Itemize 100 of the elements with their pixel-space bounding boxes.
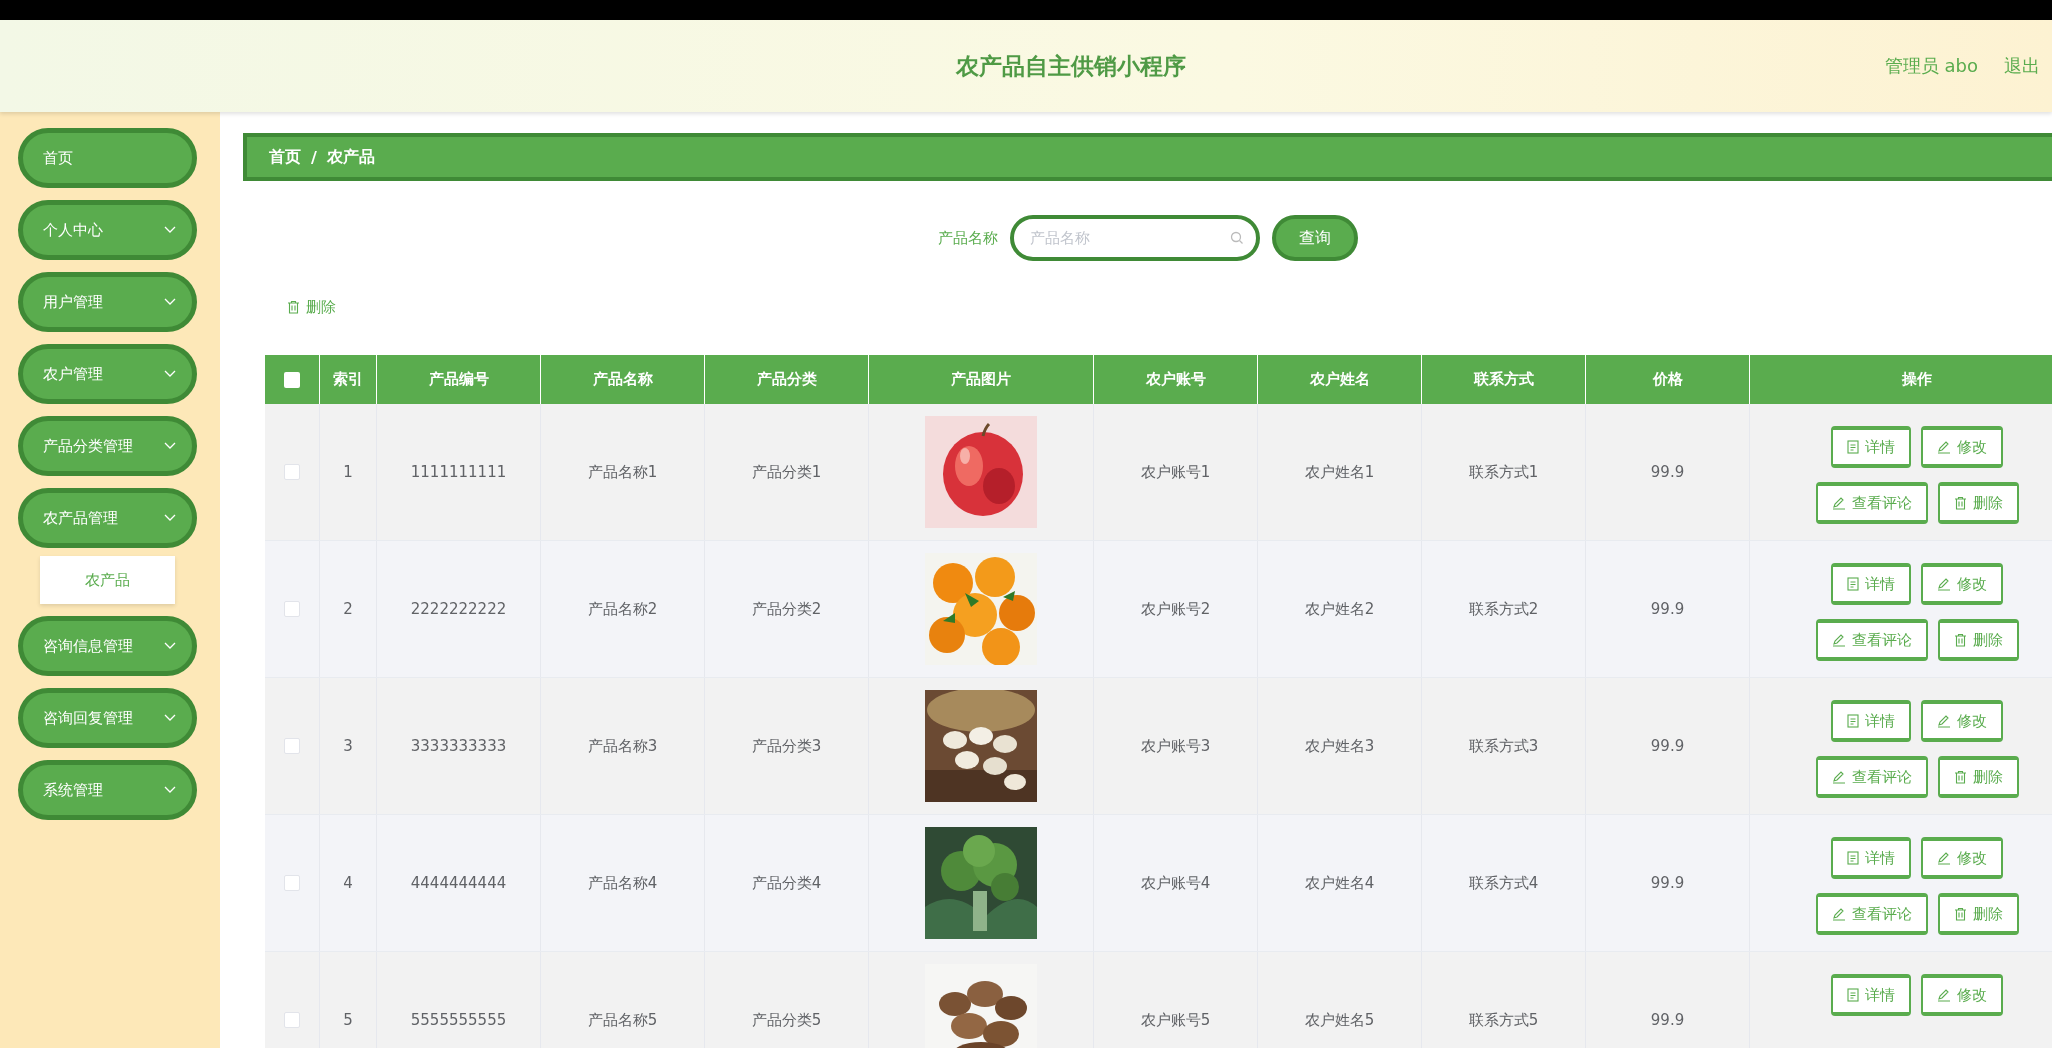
table-cell: 联系方式2 <box>1468 599 1539 619</box>
sidebar-item[interactable]: 咨询回复管理 <box>18 688 197 748</box>
sidebar-item[interactable]: 农户管理 <box>18 344 197 404</box>
chevron-down-icon <box>164 714 176 722</box>
table-cell: 99.9 <box>1650 737 1685 755</box>
pencil-icon <box>1937 851 1951 865</box>
chevron-down-icon <box>164 642 176 650</box>
row-checkbox[interactable] <box>284 601 300 617</box>
table-cell: 农户账号5 <box>1140 1010 1211 1030</box>
table-cell: 农户姓名1 <box>1304 462 1375 482</box>
search-icon <box>1229 231 1244 245</box>
table-cell: 产品分类3 <box>751 736 822 756</box>
table-cell: 4 <box>343 874 353 892</box>
breadcrumb-link[interactable]: 首页 <box>269 146 301 168</box>
table-cell: 5 <box>343 1011 353 1029</box>
table-cell: 农户账号3 <box>1140 736 1211 756</box>
delete-button[interactable]: 删除 <box>287 297 336 317</box>
delete-row-button[interactable]: 删除 <box>1937 756 2019 798</box>
document-icon <box>1847 714 1859 728</box>
document-icon <box>1847 440 1859 454</box>
table-cell: 1 <box>343 463 353 481</box>
table-cell: 99.9 <box>1650 874 1685 892</box>
search-button[interactable]: 查询 <box>1271 215 1358 261</box>
table-cell: 产品名称3 <box>587 736 658 756</box>
trash-icon <box>287 300 300 314</box>
delete-row-button[interactable]: 删除 <box>1937 893 2019 935</box>
table-cell: 产品名称2 <box>587 599 658 619</box>
comments-button[interactable]: 查看评论 <box>1815 482 1928 524</box>
table-cell: 产品名称5 <box>587 1010 658 1030</box>
table-cell: 1111111111 <box>410 463 507 481</box>
table-cell: 农户姓名2 <box>1304 599 1375 619</box>
sidebar-item[interactable]: 首页 <box>18 128 197 188</box>
table-cell: 99.9 <box>1650 600 1685 618</box>
select-all-checkbox[interactable] <box>284 371 300 388</box>
row-checkbox[interactable] <box>284 464 300 480</box>
document-icon <box>1847 988 1859 1002</box>
pencil-icon <box>1831 907 1846 921</box>
table-cell: 产品分类2 <box>751 599 822 619</box>
comments-button[interactable]: 查看评论 <box>1815 619 1928 661</box>
pencil-icon <box>1831 770 1846 784</box>
edit-button[interactable]: 修改 <box>1921 563 2003 605</box>
table-cell: 产品分类5 <box>751 1010 822 1030</box>
table-cell: 产品名称1 <box>587 462 658 482</box>
table-cell: 99.9 <box>1650 463 1685 481</box>
pencil-icon <box>1937 440 1951 454</box>
chevron-down-icon <box>164 226 176 234</box>
delete-row-button[interactable]: 删除 <box>1937 482 2019 524</box>
table-cell: 3 <box>343 737 353 755</box>
admin-user: 管理员 abo <box>1884 54 1978 78</box>
trash-icon <box>1953 907 1967 921</box>
table-cell: 农户姓名4 <box>1304 873 1375 893</box>
app-title: 农产品自主供销小程序 <box>956 51 1186 81</box>
edit-button[interactable]: 修改 <box>1921 837 2003 879</box>
sidebar-item[interactable]: 农产品管理 <box>18 488 197 548</box>
delete-row-button[interactable]: 删除 <box>1937 619 2019 661</box>
comments-button[interactable]: 查看评论 <box>1815 893 1928 935</box>
pencil-icon <box>1937 714 1951 728</box>
row-checkbox[interactable] <box>284 875 300 891</box>
sidebar-item[interactable]: 个人中心 <box>18 200 197 260</box>
chevron-down-icon <box>164 370 176 378</box>
row-checkbox[interactable] <box>284 1012 300 1028</box>
chevron-down-icon <box>164 442 176 450</box>
logout-link[interactable]: 退出 <box>2004 54 2040 78</box>
edit-button[interactable]: 修改 <box>1921 974 2003 1016</box>
comments-button[interactable]: 查看评论 <box>1815 756 1928 798</box>
sidebar-item[interactable]: 产品分类管理 <box>18 416 197 476</box>
table-cell: 2222222222 <box>410 600 507 618</box>
row-checkbox[interactable] <box>284 738 300 754</box>
sidebar-item[interactable]: 咨询信息管理 <box>18 616 197 676</box>
table-cell: 产品名称4 <box>587 873 658 893</box>
details-button[interactable]: 详情 <box>1831 974 1911 1016</box>
breadcrumb-link[interactable]: 农产品 <box>326 146 375 168</box>
trash-icon <box>1953 633 1967 647</box>
details-button[interactable]: 详情 <box>1831 837 1911 879</box>
details-button[interactable]: 详情 <box>1831 700 1911 742</box>
edit-button[interactable]: 修改 <box>1921 700 2003 742</box>
table-cell: 3333333333 <box>410 737 507 755</box>
trash-icon <box>1953 496 1967 510</box>
table-cell: 农户姓名5 <box>1304 1010 1375 1030</box>
edit-button[interactable]: 修改 <box>1921 426 2003 468</box>
submenu-item[interactable]: 农产品 <box>40 556 175 604</box>
details-button[interactable]: 详情 <box>1831 563 1911 605</box>
details-button[interactable]: 详情 <box>1831 426 1911 468</box>
search-label: 产品名称 <box>937 228 998 248</box>
pencil-icon <box>1937 988 1951 1002</box>
table-cell: 产品分类4 <box>751 873 822 893</box>
sidebar-item[interactable]: 用户管理 <box>18 272 197 332</box>
chevron-down-icon <box>164 298 176 306</box>
breadcrumb-separator: / <box>311 147 317 167</box>
table-cell: 联系方式4 <box>1468 873 1539 893</box>
table-cell: 2 <box>343 600 353 618</box>
table-cell: 联系方式5 <box>1468 1010 1539 1030</box>
table-cell: 产品分类1 <box>751 462 822 482</box>
trash-icon <box>1953 770 1967 784</box>
pencil-icon <box>1831 496 1846 510</box>
table-cell: 联系方式1 <box>1468 462 1539 482</box>
search-field[interactable]: 产品名称 <box>1009 215 1260 261</box>
table-cell: 农户账号2 <box>1140 599 1211 619</box>
table-cell: 联系方式3 <box>1468 736 1539 756</box>
sidebar-item[interactable]: 系统管理 <box>18 760 197 820</box>
